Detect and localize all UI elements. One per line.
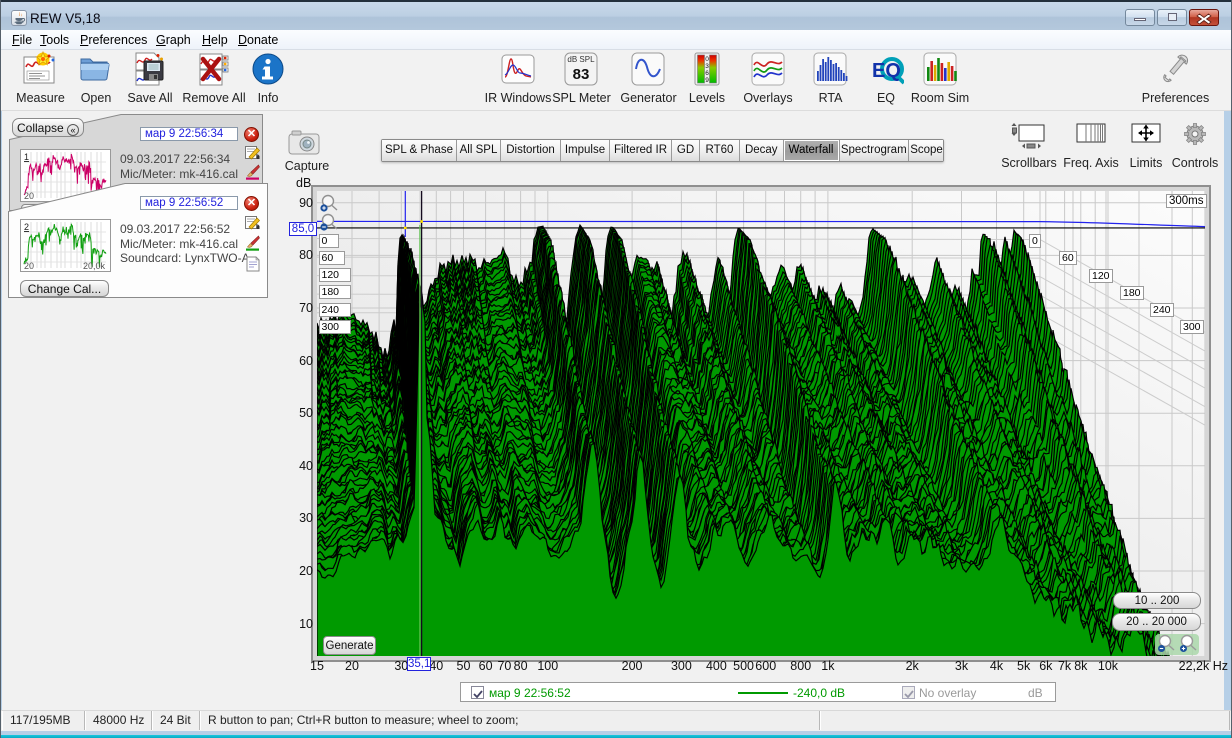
- svg-text:83: 83: [573, 66, 590, 83]
- svg-text:0: 0: [705, 56, 709, 63]
- svg-text:20: 20: [24, 261, 34, 271]
- svg-text:9: 9: [705, 77, 709, 84]
- svg-text:3: 3: [705, 63, 709, 70]
- svg-text:EQ: EQ: [872, 60, 901, 82]
- svg-text:2: 2: [24, 222, 29, 232]
- svg-text:20,0k: 20,0k: [83, 261, 106, 271]
- svg-text:dB SPL: dB SPL: [567, 55, 595, 64]
- svg-text:6: 6: [705, 70, 709, 77]
